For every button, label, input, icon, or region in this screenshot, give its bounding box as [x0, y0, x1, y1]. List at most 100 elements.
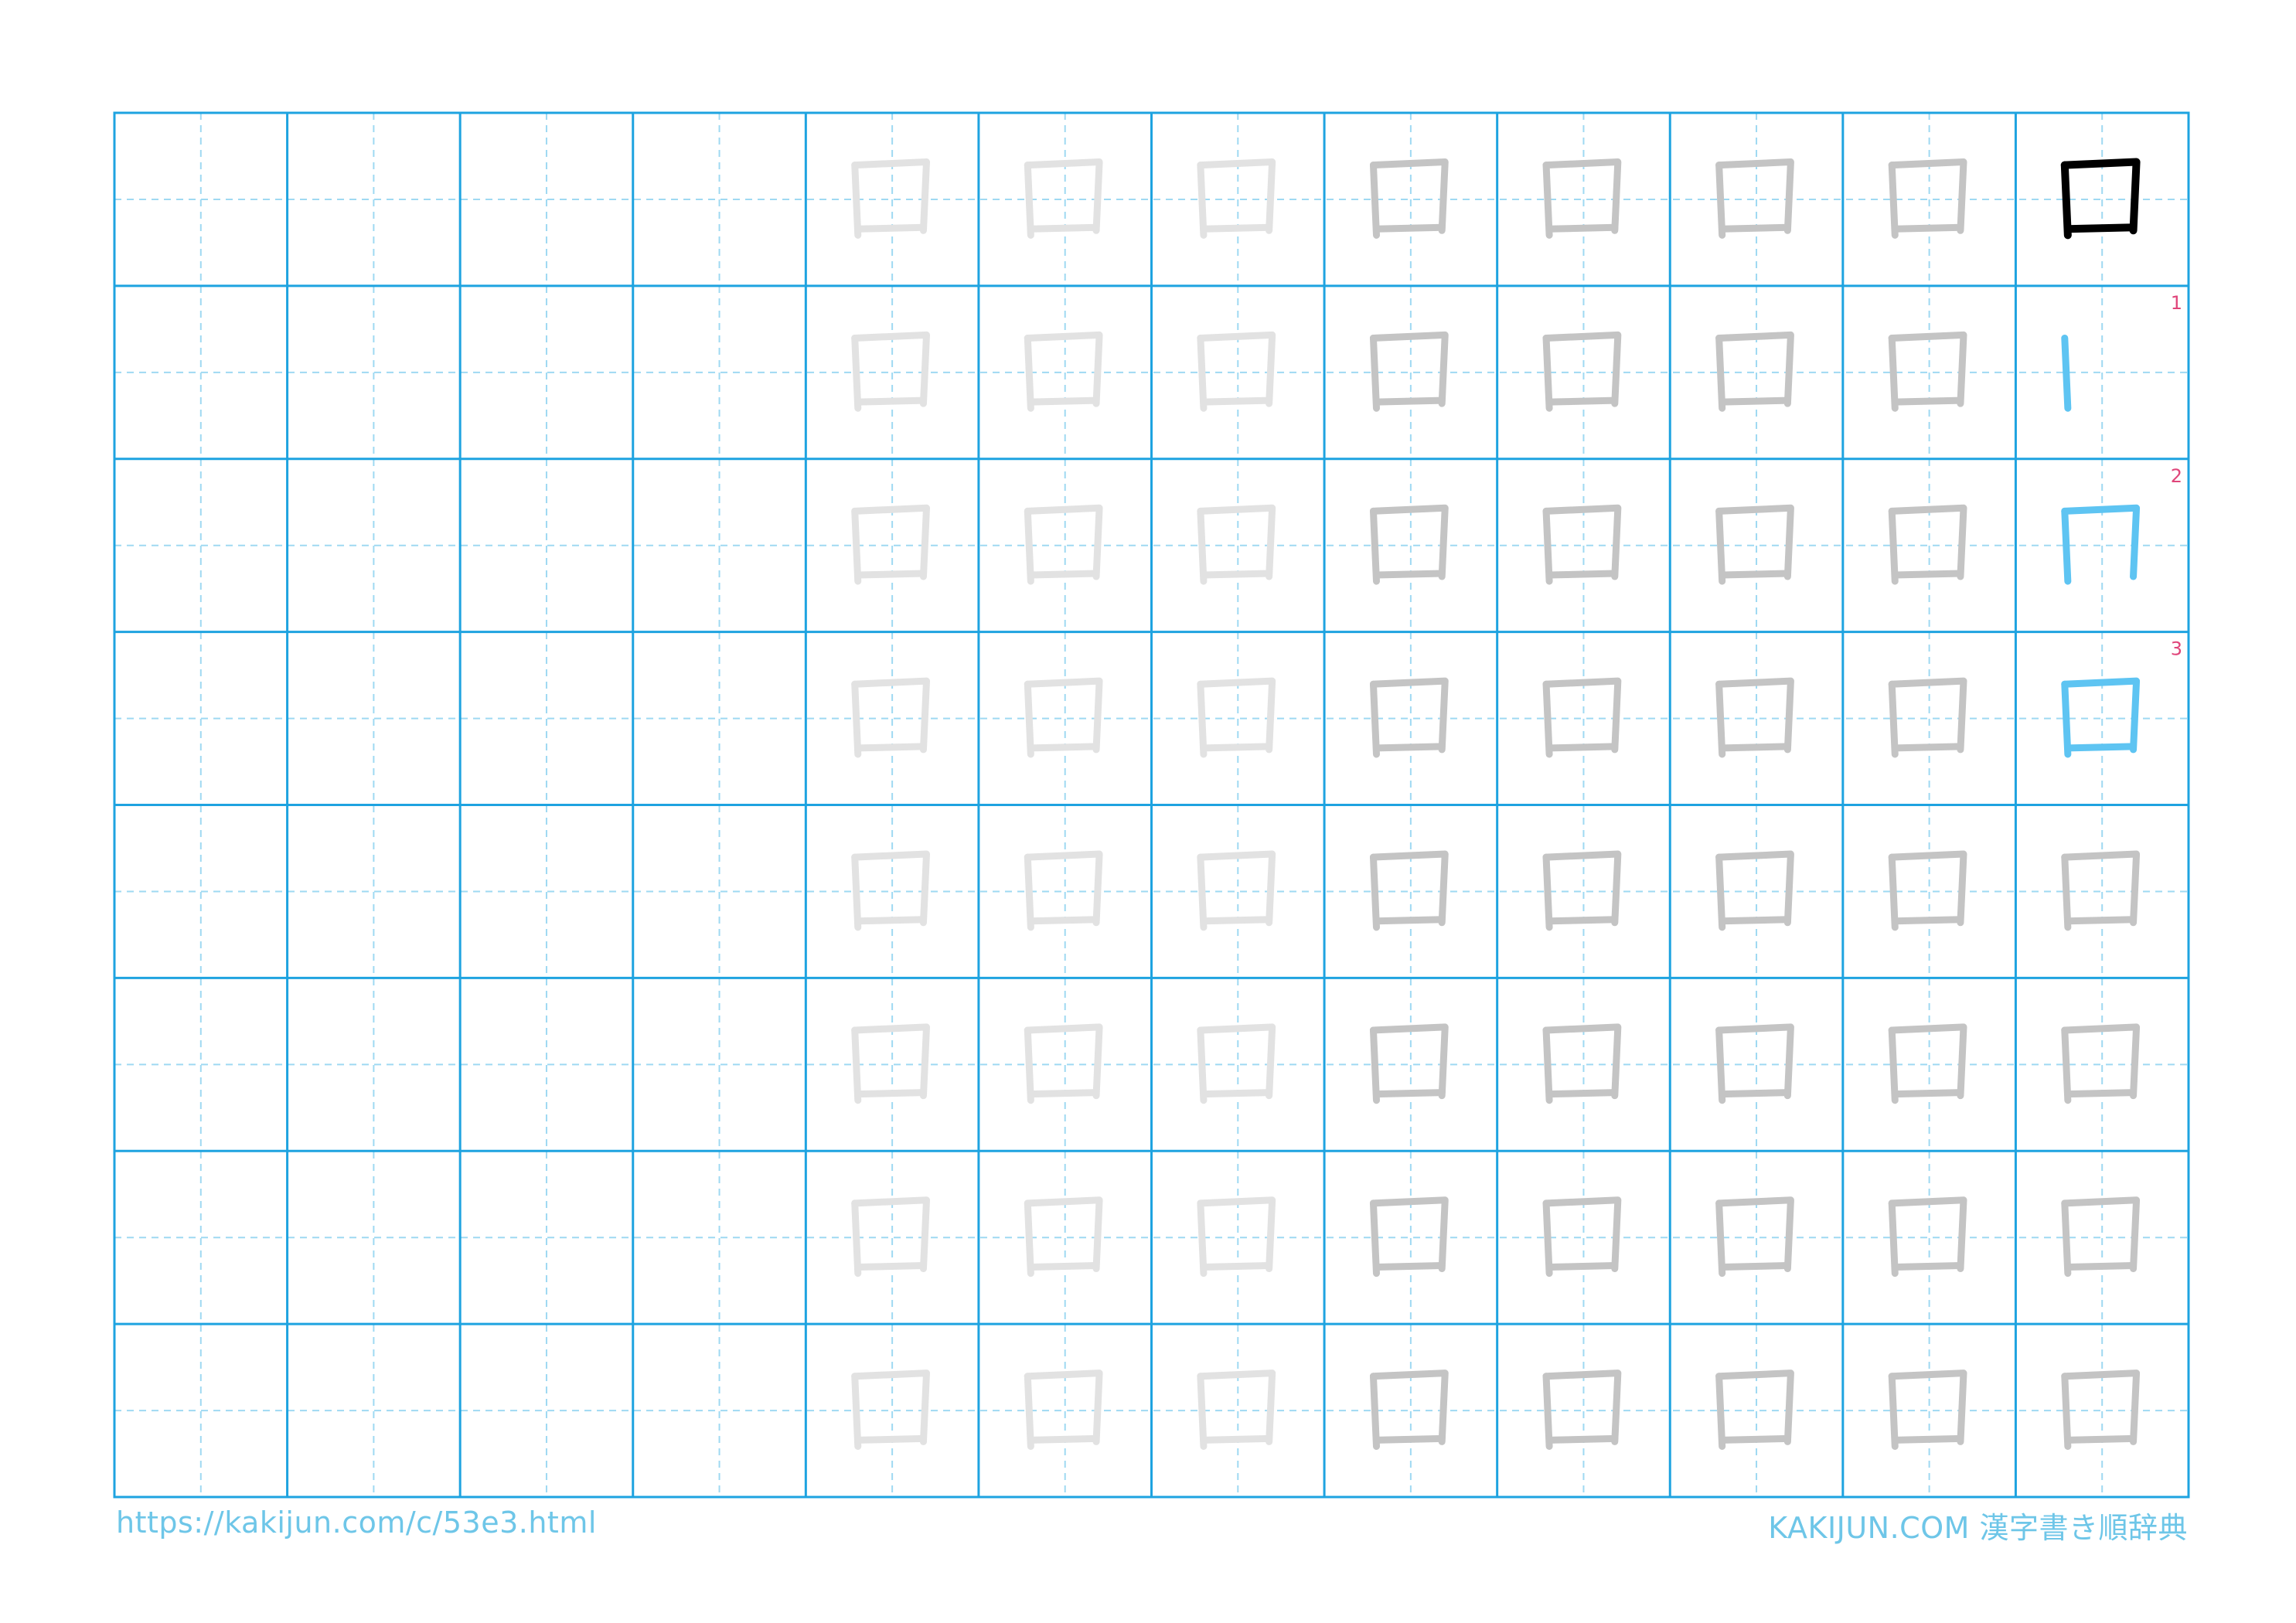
trace-kanji-light [851, 1370, 930, 1450]
kanji-stroke [1888, 680, 1899, 758]
kanji-stroke [1200, 1262, 1273, 1271]
kanji-stroke [2061, 677, 2141, 754]
trace-kanji [1369, 1196, 1449, 1278]
trace-kanji-light [1024, 677, 1103, 758]
trace-kanji [1888, 850, 1967, 931]
trace-kanji [1888, 1023, 1967, 1104]
trace-kanji [1888, 677, 1967, 758]
kanji-stroke [1373, 916, 1446, 925]
kanji-stroke [1197, 1026, 1208, 1104]
kanji-stroke [1542, 1199, 1553, 1278]
trace-kanji [1542, 850, 1622, 931]
kanji-stroke [1545, 1089, 1619, 1098]
trace-kanji [1715, 850, 1794, 931]
kanji-stroke [1719, 743, 1791, 752]
kanji-stroke [851, 504, 930, 580]
kanji-stroke [1024, 850, 1103, 927]
kanji-stroke [1715, 504, 1794, 580]
trace-kanji-light [1024, 1196, 1103, 1278]
kanji-stroke [854, 1434, 927, 1444]
kanji-stroke [2061, 504, 2141, 580]
kanji-stroke [1888, 853, 1899, 931]
kanji-stroke [851, 507, 862, 585]
footer-url[interactable]: https://kakijun.com/c/53e3.html [116, 1506, 597, 1540]
kanji-stroke [2061, 1370, 2141, 1445]
kanji-stroke [1542, 677, 1622, 754]
kanji-stroke [1200, 570, 1273, 579]
kanji-stroke [1024, 1023, 1103, 1100]
kanji-stroke [851, 1026, 862, 1104]
kanji-stroke [1542, 1370, 1622, 1445]
kanji-stroke [2061, 853, 2072, 931]
kanji-stroke [854, 916, 927, 925]
kanji-stroke [1891, 223, 1964, 233]
kanji-stroke [1888, 162, 1899, 239]
kanji-stroke [851, 162, 862, 239]
kanji-stroke [1027, 1089, 1100, 1098]
kanji-stroke [1715, 680, 1726, 758]
trace-kanji [1542, 1370, 1622, 1450]
kanji-stroke [1715, 677, 1794, 754]
kanji-stroke [851, 1196, 930, 1273]
kanji-stroke [1197, 504, 1276, 580]
trace-kanji-light [1024, 331, 1103, 412]
trace-kanji-light [1024, 1023, 1103, 1104]
kanji-stroke [1369, 1199, 1380, 1278]
kanji-stroke [1369, 507, 1380, 585]
kanji-stroke [1888, 1196, 1967, 1273]
trace-kanji [1715, 331, 1794, 412]
kanji-stroke [1715, 1199, 1726, 1278]
kanji-stroke [1719, 1089, 1791, 1098]
kanji-stroke [1888, 1023, 1967, 1100]
kanji-stroke [1024, 334, 1034, 412]
trace-kanji [1542, 158, 1622, 239]
kanji-stroke [1197, 850, 1276, 927]
kanji-stroke [1369, 1196, 1449, 1273]
kanji-stroke [2064, 1434, 2138, 1444]
kanji-stroke [1719, 223, 1791, 233]
practice-sheet: 1 2 3 [113, 111, 2190, 1499]
kanji-stroke [1369, 1373, 1380, 1450]
trace-kanji-light [851, 331, 930, 412]
kanji-stroke [1200, 916, 1273, 925]
kanji-stroke [854, 570, 927, 579]
kanji-stroke [851, 1370, 930, 1445]
kanji-stroke [1200, 1089, 1273, 1098]
kanji-stroke [1891, 916, 1964, 925]
kanji-stroke [1542, 1373, 1553, 1450]
kanji-stroke [2061, 850, 2141, 927]
trace-kanji-light [851, 677, 930, 758]
kanji-stroke [1542, 1196, 1622, 1273]
kanji-stroke [1888, 334, 1899, 412]
kanji-stroke [854, 1089, 927, 1098]
kanji-stroke [854, 1262, 927, 1271]
kanji-stroke [1542, 158, 1622, 234]
kanji-stroke [1373, 1434, 1446, 1444]
kanji-stroke [1200, 1434, 1273, 1444]
kanji-stroke [1891, 396, 1964, 406]
kanji-stroke [1369, 850, 1449, 927]
kanji-stroke [1027, 223, 1100, 233]
kanji-stroke [1024, 158, 1103, 234]
trace-kanji-light [1197, 1370, 1276, 1450]
trace-kanji-light [1197, 850, 1276, 931]
kanji-stroke [1027, 570, 1100, 579]
kanji-stroke [1369, 1026, 1380, 1104]
kanji-stroke [1024, 331, 1103, 407]
trace-kanji [1369, 850, 1449, 931]
kanji-stroke [1373, 396, 1446, 406]
trace-kanji [1369, 158, 1449, 239]
kanji-stroke [1888, 331, 1967, 407]
trace-kanji [1542, 504, 1622, 585]
kanji-stroke [1024, 680, 1034, 758]
kanji-stroke [1369, 334, 1380, 412]
trace-kanji-light [1024, 504, 1103, 585]
kanji-stroke [1545, 396, 1619, 406]
kanji-stroke [851, 1373, 862, 1450]
kanji-stroke [2064, 1262, 2138, 1271]
kanji-stroke [1197, 1373, 1208, 1450]
kanji-stroke [2063, 223, 2138, 233]
kanji-stroke [2061, 680, 2072, 758]
kanji-stroke [851, 331, 930, 407]
trace-kanji-light [1197, 504, 1276, 585]
